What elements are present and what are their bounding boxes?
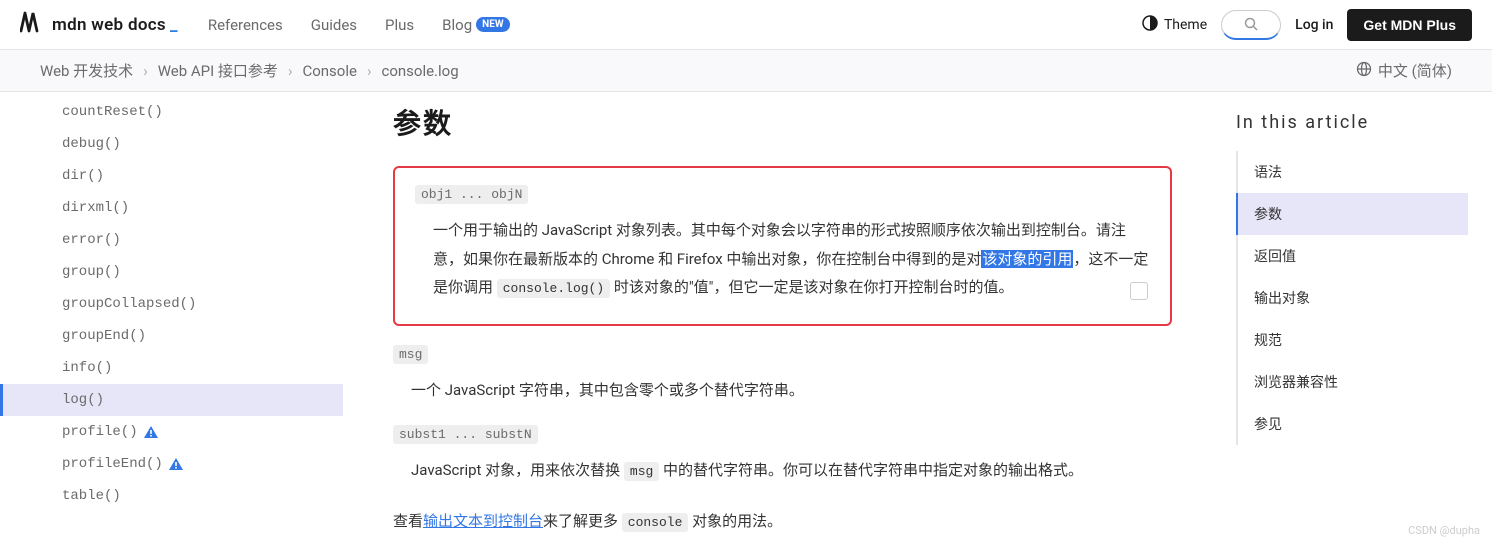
chevron-right-icon: › (288, 62, 293, 80)
table-of-contents: In this article 语法参数返回值输出对象规范浏览器兼容性参见 (1212, 92, 1492, 543)
logo-icon (20, 11, 46, 39)
sidebar-item-label: dir() (62, 168, 104, 184)
sidebar-item-label: table() (62, 488, 121, 504)
new-badge: NEW (476, 17, 509, 32)
sidebar-item-label: group() (62, 264, 121, 280)
top-nav: mdn web docs _ References Guides Plus Bl… (0, 0, 1492, 50)
watermark: CSDN @dupha (1408, 524, 1480, 537)
sidebar-item-log[interactable]: log() (0, 384, 343, 416)
theme-icon (1142, 15, 1158, 35)
inline-code: console (622, 513, 689, 532)
toc-item[interactable]: 输出对象 (1236, 277, 1468, 319)
sidebar-item-group[interactable]: group() (0, 256, 343, 288)
search-icon (1244, 17, 1258, 31)
highlighted-param-block: obj1 ... objN 一个用于输出的 JavaScript 对象列表。其中… (393, 166, 1172, 326)
param-name: subst1 ... substN (393, 425, 538, 444)
logo-underscore: _ (170, 15, 178, 35)
login-link[interactable]: Log in (1295, 17, 1333, 33)
param-description: 一个用于输出的 JavaScript 对象列表。其中每个对象会以字符串的形式按照… (415, 216, 1150, 302)
sidebar-item-dir[interactable]: dir() (0, 160, 343, 192)
sidebar-item-table[interactable]: table() (0, 480, 343, 512)
warning-icon (169, 458, 183, 470)
param-block: subst1 ... substN JavaScript 对象，用来依次替换 m… (393, 426, 1172, 485)
sidebar-item-profileEnd[interactable]: profileEnd() (0, 448, 343, 480)
nav-items: References Guides Plus Blog NEW (208, 16, 1142, 34)
logo-text: mdn web docs (52, 15, 166, 35)
nav-plus[interactable]: Plus (385, 16, 414, 34)
nav-guides[interactable]: Guides (311, 16, 357, 34)
sidebar-item-label: info() (62, 360, 112, 376)
param-description: JavaScript 对象，用来依次替换 msg 中的替代字符串。你可以在替代字… (393, 456, 1172, 485)
sidebar-item-label: error() (62, 232, 121, 248)
sidebar-item-label: profile() (62, 424, 138, 440)
sidebar-item-label: log() (62, 392, 104, 408)
param-name: msg (393, 345, 428, 364)
sidebar-item-countReset[interactable]: countReset() (0, 96, 343, 128)
main-layout: countReset() debug() dir() dirxml() error() g… (0, 92, 1492, 543)
chevron-right-icon: › (367, 62, 372, 80)
content: 参数 obj1 ... objN 一个用于输出的 JavaScript 对象列表… (343, 92, 1212, 543)
sidebar-item-dirxml[interactable]: dirxml() (0, 192, 343, 224)
sidebar-item-label: debug() (62, 136, 121, 152)
language-select[interactable]: 中文 (简体) (1356, 60, 1452, 81)
toc-item[interactable]: 语法 (1236, 151, 1468, 193)
highlighted-text: 该对象的引用 (981, 250, 1073, 268)
chevron-right-icon: › (143, 62, 148, 80)
breadcrumb: Web 开发技术 › Web API 接口参考 › Console › cons… (40, 60, 1356, 81)
doc-link[interactable]: 输出文本到控制台 (423, 512, 543, 530)
toc-item[interactable]: 参数 (1236, 193, 1468, 235)
toc-item[interactable]: 规范 (1236, 319, 1468, 361)
toc-item[interactable]: 浏览器兼容性 (1236, 361, 1468, 403)
selection-handle (1130, 282, 1148, 300)
breadcrumb-bar: Web 开发技术 › Web API 接口参考 › Console › cons… (0, 50, 1492, 92)
sidebar-item-label: groupEnd() (62, 328, 146, 344)
toc-list: 语法参数返回值输出对象规范浏览器兼容性参见 (1236, 151, 1468, 445)
breadcrumb-item-0[interactable]: Web 开发技术 (40, 60, 133, 81)
sidebar-item-groupCollapsed[interactable]: groupCollapsed() (0, 288, 343, 320)
search-input[interactable] (1221, 10, 1281, 40)
sidebar-item-info[interactable]: info() (0, 352, 343, 384)
language-label: 中文 (简体) (1378, 60, 1452, 81)
globe-icon (1356, 61, 1372, 81)
footer-text: 查看输出文本到控制台来了解更多 console 对象的用法。 (393, 507, 1172, 536)
get-plus-button[interactable]: Get MDN Plus (1347, 9, 1472, 41)
sidebar-item-profile[interactable]: profile() (0, 416, 343, 448)
inline-code: msg (624, 462, 659, 481)
sidebar-item-error[interactable]: error() (0, 224, 343, 256)
breadcrumb-item-2[interactable]: Console (302, 62, 357, 80)
sidebar-item-label: groupCollapsed() (62, 296, 196, 312)
section-heading: 参数 (393, 102, 1172, 142)
theme-toggle[interactable]: Theme (1142, 15, 1207, 35)
nav-references[interactable]: References (208, 16, 283, 34)
sidebar-item-label: dirxml() (62, 200, 129, 216)
right-nav: Theme Log in Get MDN Plus (1142, 9, 1472, 41)
inline-code: console.log() (497, 279, 610, 298)
logo[interactable]: mdn web docs _ (20, 11, 178, 39)
sidebar-item-label: countReset() (62, 104, 163, 120)
toc-item[interactable]: 参见 (1236, 403, 1468, 445)
sidebar: countReset() debug() dir() dirxml() error() g… (0, 92, 343, 543)
sidebar-item-groupEnd[interactable]: groupEnd() (0, 320, 343, 352)
theme-label: Theme (1164, 17, 1207, 33)
param-block: msg 一个 JavaScript 字符串，其中包含零个或多个替代字符串。 (393, 346, 1172, 405)
nav-blog-label: Blog (442, 16, 472, 34)
nav-blog[interactable]: Blog NEW (442, 16, 509, 34)
param-description: 一个 JavaScript 字符串，其中包含零个或多个替代字符串。 (393, 376, 1172, 405)
sidebar-item-debug[interactable]: debug() (0, 128, 343, 160)
breadcrumb-item-3[interactable]: console.log (381, 62, 458, 80)
sidebar-item-label: profileEnd() (62, 456, 163, 472)
toc-item[interactable]: 返回值 (1236, 235, 1468, 277)
toc-title: In this article (1236, 112, 1468, 133)
breadcrumb-item-1[interactable]: Web API 接口参考 (158, 60, 278, 81)
param-name: obj1 ... objN (415, 185, 528, 204)
warning-icon (144, 426, 158, 438)
